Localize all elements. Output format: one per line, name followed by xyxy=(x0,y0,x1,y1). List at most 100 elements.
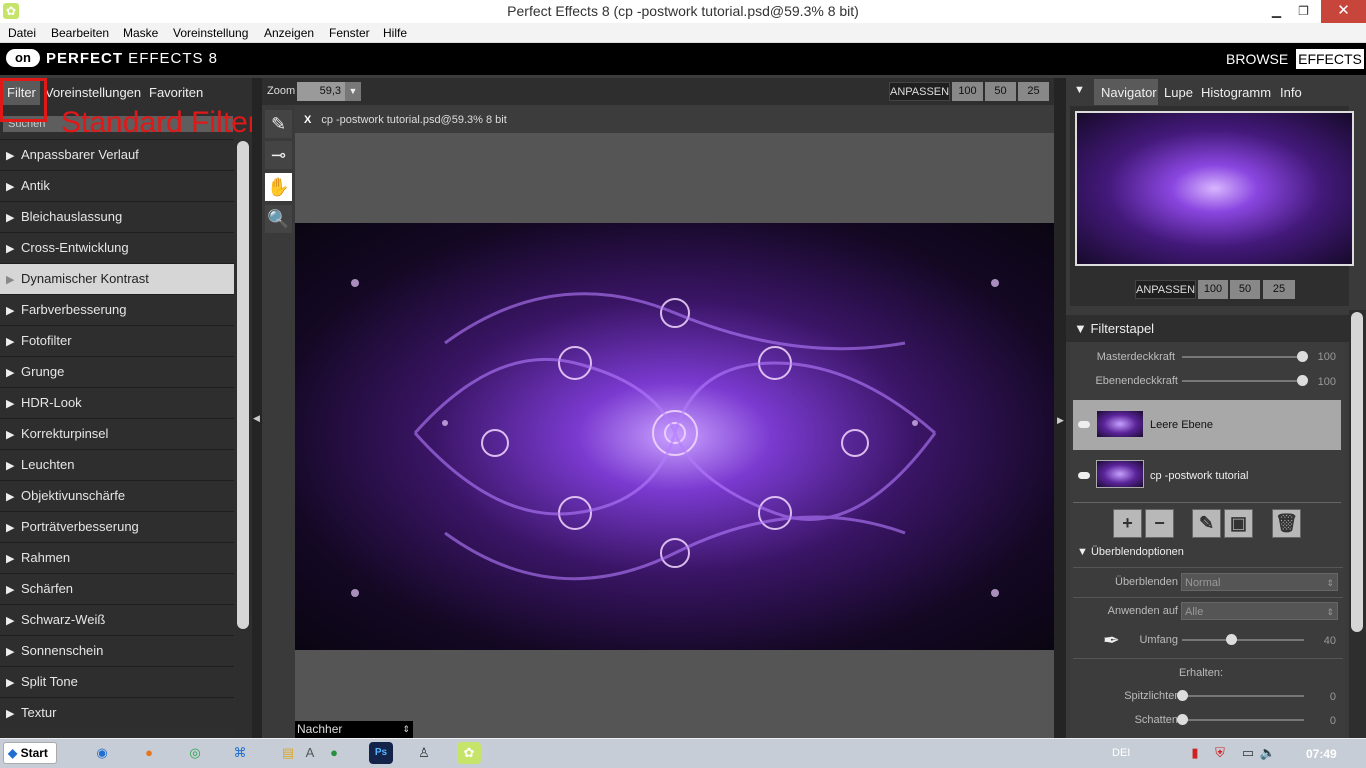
nav-fit-button[interactable]: ANPASSEN xyxy=(1135,280,1196,299)
menu-bearbeiten[interactable]: Bearbeiten xyxy=(51,26,109,40)
expand-triangle-icon[interactable]: ▶ xyxy=(6,452,21,481)
nav-50-button[interactable]: 50 xyxy=(1230,280,1260,299)
left-collapse-gutter[interactable]: ◀ xyxy=(252,78,262,738)
eye-icon[interactable] xyxy=(1078,421,1090,428)
right-panel-scrollbar[interactable] xyxy=(1349,310,1366,738)
blend-collapse-icon[interactable]: ▼ xyxy=(1077,546,1091,558)
tab-lupe[interactable]: Lupe xyxy=(1164,85,1193,100)
right-collapse-gutter[interactable]: ▶ xyxy=(1054,78,1066,738)
add-layer-icon[interactable]: + xyxy=(1113,509,1142,538)
zoom-tool-icon[interactable]: 🔍 xyxy=(265,205,292,233)
tray-app-icon[interactable]: ▮ xyxy=(1183,742,1207,764)
filter-category-item[interactable]: ▶ Dynamischer Kontrast xyxy=(0,263,234,294)
filter-category-item[interactable]: ▶ Schärfen xyxy=(0,573,234,604)
master-opacity-track[interactable] xyxy=(1182,356,1302,358)
menu-anzeigen[interactable]: Anzeigen xyxy=(264,26,314,40)
add-brush-mask-icon[interactable]: ✎ xyxy=(1192,509,1221,538)
expand-triangle-icon[interactable]: ▶ xyxy=(6,669,21,698)
expand-triangle-icon[interactable]: ▶ xyxy=(6,328,21,357)
filter-category-item[interactable]: ▶ Leuchten xyxy=(0,449,234,480)
expand-triangle-icon[interactable]: ▶ xyxy=(6,545,21,574)
doc-close-icon[interactable]: X xyxy=(304,114,311,126)
brush-tool-icon[interactable]: ✎ xyxy=(265,110,292,138)
expand-triangle-icon[interactable]: ▶ xyxy=(6,638,21,667)
font-icon[interactable]: A xyxy=(298,742,322,764)
expand-triangle-icon[interactable]: ▶ xyxy=(6,204,21,233)
expand-triangle-icon[interactable]: ▶ xyxy=(6,359,21,388)
filter-category-item[interactable]: ▶ Schwarz-Weiß xyxy=(0,604,234,635)
amount-track[interactable] xyxy=(1182,639,1304,641)
expand-triangle-icon[interactable]: ▶ xyxy=(6,235,21,264)
app-icon-green[interactable]: ● xyxy=(322,742,346,764)
volume-icon[interactable]: 🔈 xyxy=(1256,742,1280,764)
nav-25-button[interactable]: 25 xyxy=(1263,280,1295,299)
filter-category-item[interactable]: ▶ Antik xyxy=(0,170,234,201)
expand-triangle-icon[interactable]: ▶ xyxy=(6,173,21,202)
filter-list-scrollbar[interactable] xyxy=(235,139,251,738)
blend-mode-select[interactable]: Normal ⇕ xyxy=(1181,573,1338,591)
expand-triangle-icon[interactable]: ▶ xyxy=(6,297,21,326)
filterstack-header[interactable]: ▼ Filterstapel xyxy=(1066,315,1349,342)
amount-knob[interactable] xyxy=(1225,634,1237,645)
filter-category-item[interactable]: ▶ Bleichauslassung xyxy=(0,201,234,232)
filter-category-item[interactable]: ▶ Grunge xyxy=(0,356,234,387)
filter-category-item[interactable]: ▶ Cross-Entwicklung xyxy=(0,232,234,263)
browse-button[interactable]: BROWSE xyxy=(1226,51,1288,67)
zoom-fit-button[interactable]: ANPASSEN xyxy=(889,82,950,101)
collapse-right-icon[interactable]: ▶ xyxy=(1057,415,1064,426)
expand-triangle-icon[interactable]: ▶ xyxy=(6,266,21,295)
chrome-icon[interactable]: ◎ xyxy=(183,742,207,764)
ie-icon[interactable]: ◉ xyxy=(90,742,114,764)
collapse-left-icon[interactable]: ◀ xyxy=(253,413,260,424)
remove-layer-icon[interactable]: − xyxy=(1145,509,1174,538)
scrollbar-thumb[interactable] xyxy=(1351,312,1363,632)
fractal-image[interactable] xyxy=(295,223,1054,650)
filterstack-collapse-icon[interactable]: ▼ xyxy=(1074,321,1090,336)
shield-icon[interactable]: ⛨ xyxy=(1208,742,1232,764)
start-button[interactable]: ◆ Start xyxy=(3,742,57,764)
menu-hilfe[interactable]: Hilfe xyxy=(383,26,407,40)
blend-options-header[interactable]: ▼ Überblendoptionen xyxy=(1077,546,1184,558)
highlights-knob[interactable] xyxy=(1177,690,1188,701)
menu-maske[interactable]: Maske xyxy=(123,26,158,40)
filter-category-item[interactable]: ▶ Rahmen xyxy=(0,542,234,573)
shadows-knob[interactable] xyxy=(1177,714,1188,725)
expand-triangle-icon[interactable]: ▶ xyxy=(6,483,21,512)
view-select[interactable]: Nachher ⇕ xyxy=(295,721,413,738)
network-icon[interactable]: ⌘ xyxy=(228,742,252,764)
expand-triangle-icon[interactable]: ▶ xyxy=(6,700,21,729)
menu-fenster[interactable]: Fenster xyxy=(329,26,370,40)
tab-navigator[interactable]: Navigator xyxy=(1101,85,1157,100)
filter-category-item[interactable]: ▶ Porträtverbesserung xyxy=(0,511,234,542)
minimize-button[interactable]: ▁ xyxy=(1263,0,1290,23)
layer-item[interactable]: Leere Ebene xyxy=(1073,400,1341,450)
nav-100-button[interactable]: 100 xyxy=(1198,280,1228,299)
filter-category-item[interactable]: ▶ Fotofilter xyxy=(0,325,234,356)
layer-item[interactable]: cp -postwork tutorial xyxy=(1073,452,1341,502)
language-indicator[interactable]: DEI xyxy=(1112,747,1130,759)
filter-category-item[interactable]: ▶ Split Tone xyxy=(0,666,234,697)
menu-datei[interactable]: Datei xyxy=(8,26,36,40)
navigator-preview[interactable] xyxy=(1075,111,1354,266)
filter-category-item[interactable]: ▶ Textur xyxy=(0,697,234,728)
close-button[interactable]: ✕ xyxy=(1321,0,1366,23)
trash-icon[interactable]: 🗑 xyxy=(1272,509,1301,538)
filter-category-item[interactable]: ▶ Sonnenschein xyxy=(0,635,234,666)
zoom-50-button[interactable]: 50 xyxy=(985,82,1016,101)
explorer-icon[interactable]: ▤ xyxy=(276,742,300,764)
navigator-collapse-icon[interactable]: ▼ xyxy=(1074,84,1085,96)
zoom-25-button[interactable]: 25 xyxy=(1018,82,1049,101)
tab-favoriten[interactable]: Favoriten xyxy=(149,85,203,100)
firefox-icon[interactable]: ● xyxy=(137,742,161,764)
zoom-dropdown-icon[interactable]: ▼ xyxy=(345,82,361,101)
eye-icon[interactable] xyxy=(1078,472,1090,479)
highlights-track[interactable] xyxy=(1182,695,1304,697)
filter-category-item[interactable]: ▶ Farbverbesserung xyxy=(0,294,234,325)
filter-category-item[interactable]: ▶ Objektivunschärfe xyxy=(0,480,234,511)
menu-voreinstellung[interactable]: Voreinstellung xyxy=(173,26,248,40)
document-tab[interactable]: Xcp -postwork tutorial.psd@59.3% 8 bit xyxy=(295,107,515,133)
perfect-effects-task-icon[interactable]: ✿ xyxy=(457,742,481,764)
tab-info[interactable]: Info xyxy=(1280,85,1302,100)
zoom-input[interactable]: 59,3 xyxy=(297,82,345,101)
expand-triangle-icon[interactable]: ▶ xyxy=(6,514,21,543)
